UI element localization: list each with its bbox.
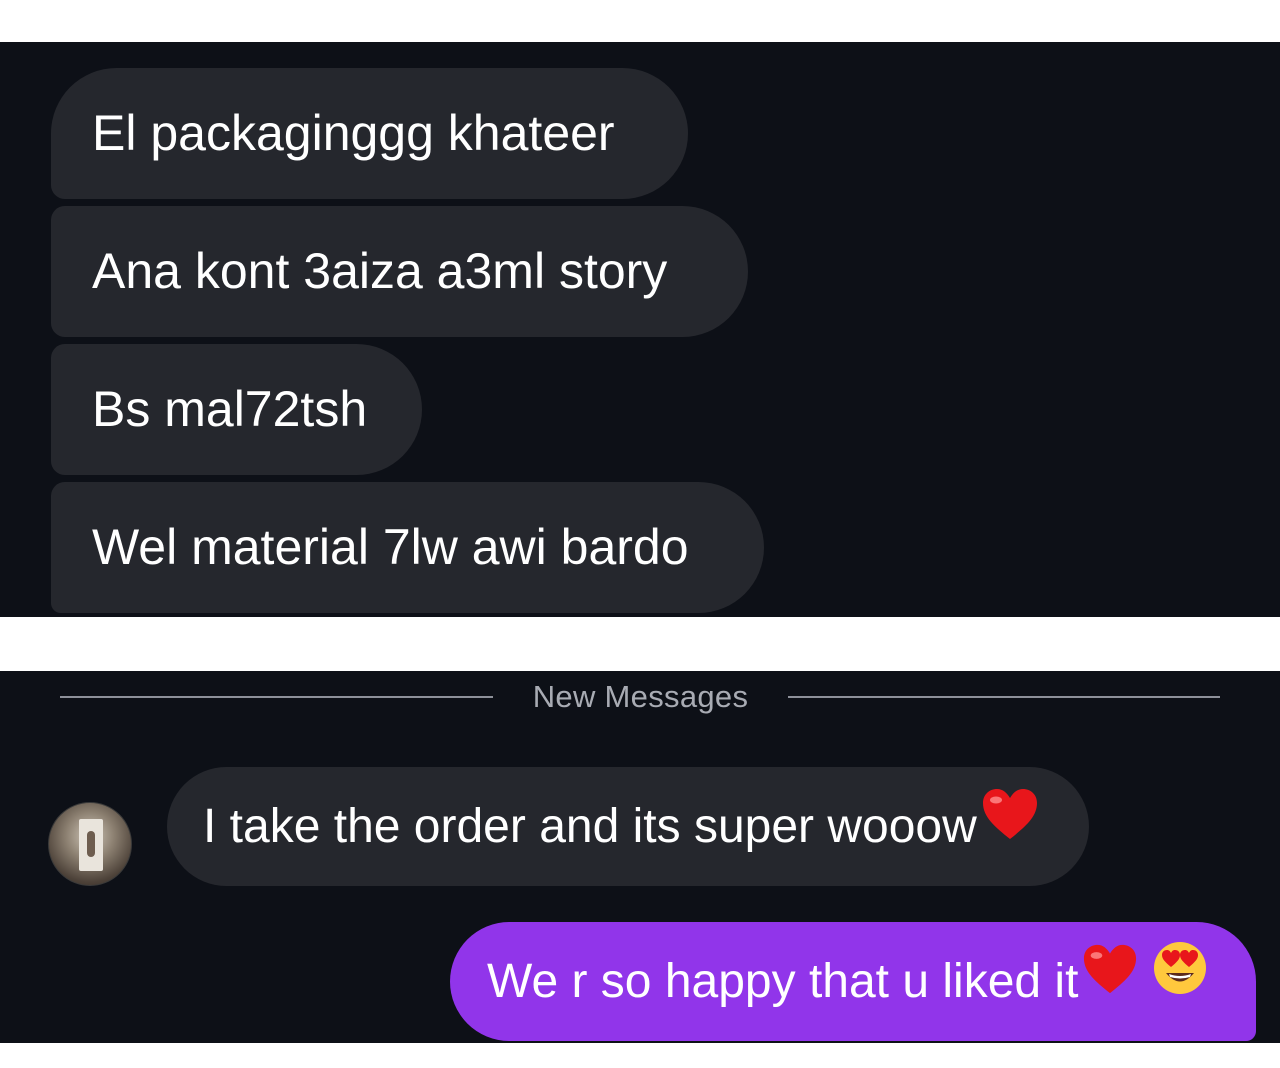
- new-messages-divider: New Messages: [532, 679, 749, 714]
- outgoing-message-bubble[interactable]: We r so happy that u liked it: [450, 922, 1256, 1041]
- divider-line-right: [788, 696, 1220, 698]
- outgoing-message-text: We r so happy that u liked it: [487, 955, 1079, 1008]
- incoming-message-text: I take the order and its super wooow: [203, 800, 977, 853]
- avatar[interactable]: [48, 802, 132, 886]
- message-bubble[interactable]: Bs mal72tsh: [51, 344, 422, 475]
- avatar-photo-figure: [87, 831, 95, 857]
- incoming-message-bubble[interactable]: I take the order and its super wooow: [167, 767, 1089, 886]
- chat-screenshot-top: El packaginggg khateer Ana kont 3aiza a3…: [0, 42, 1280, 617]
- heart-eyes-face-icon: [1152, 921, 1208, 1040]
- chat-screenshot-bottom: New Messages I take the order and its su…: [0, 671, 1280, 1043]
- message-bubble[interactable]: El packaginggg khateer: [51, 68, 688, 199]
- message-bubble[interactable]: Wel material 7lw awi bardo: [51, 482, 764, 613]
- message-bubble[interactable]: Ana kont 3aiza a3ml story: [51, 206, 748, 337]
- red-heart-icon: [1082, 921, 1138, 1040]
- red-heart-icon: [981, 766, 1039, 885]
- divider-line-left: [60, 696, 493, 698]
